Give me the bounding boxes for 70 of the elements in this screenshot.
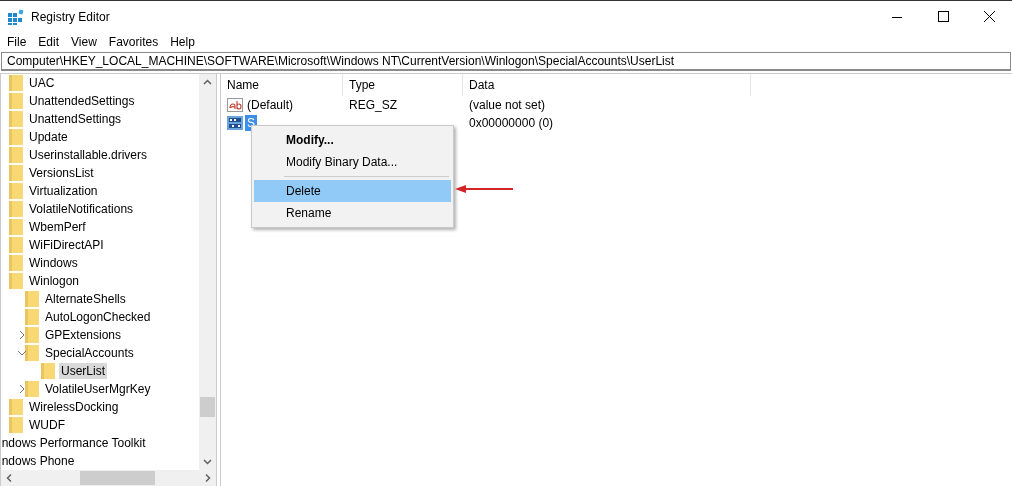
folder-icon [9,93,23,109]
chevron-icon[interactable] [18,385,26,393]
value-data: 0x00000000 (0) [468,116,555,130]
folder-icon [25,327,39,343]
folder-icon [9,75,23,91]
window-title: Registry Editor [31,9,110,24]
folder-icon [9,147,23,163]
tree-item[interactable]: UnattendedSettings [27,93,137,109]
tree-item[interactable]: UserList [59,363,107,379]
folder-icon [41,363,55,379]
folder-icon [25,345,39,361]
folder-icon [9,183,23,199]
folder-icon [9,255,23,271]
folder-icon [9,165,23,181]
menu-item[interactable]: Rename [254,202,451,224]
folder-icon [25,291,39,307]
tree-item[interactable]: WiFiDirectAPI [27,237,106,253]
tree-item[interactable]: VolatileNotifications [27,201,136,217]
tree-item[interactable]: Userinstallable.drivers [27,147,150,163]
arrow-icon [455,185,515,193]
tree-item[interactable]: AutoLogonChecked [43,309,153,325]
tree-item[interactable]: VolatileUserMgrKey [43,381,153,397]
chevron-icon[interactable] [18,331,26,339]
tree-item[interactable]: WUDF [27,417,67,433]
folder-icon [9,219,23,235]
tree-item[interactable]: VersionsList [27,165,96,181]
tree-item[interactable]: UnattendSettings [27,111,124,127]
menu-item[interactable]: Help [164,35,201,49]
folder-icon [9,111,23,127]
tree-item[interactable]: Update [27,129,70,145]
tree-item[interactable]: WbemPerf [27,219,88,235]
column-header[interactable]: Name [221,74,343,96]
horizontal-scrollbar[interactable] [1,470,216,486]
menu-item[interactable]: File [1,35,33,49]
string-value-icon [227,98,243,112]
menu-item[interactable]: Favorites [102,35,165,49]
column-header[interactable]: Data [463,74,751,96]
folder-icon [25,309,39,325]
tree-item[interactable]: Virtualization [27,183,100,199]
value-name[interactable]: (Default) [245,97,295,113]
tree-item[interactable]: SpecialAccounts [43,345,136,361]
menu-item[interactable]: Modify Binary Data... [254,151,451,173]
value-data: (value not set) [468,98,547,112]
menu-item[interactable]: Modify... [254,129,451,151]
address-bar[interactable]: Computer\HKEY_LOCAL_MACHINE\SOFTWARE\Microsoft\Windows NT\CurrentVersion\Winlogon\SpecialAccounts\UserList [1,52,1011,71]
tree-item[interactable]: Winlogon [27,273,82,289]
folder-icon [9,129,23,145]
tree-item[interactable]: Windows [27,255,80,271]
tree-item[interactable]: AlternateShells [43,291,128,307]
value-type: REG_SZ [348,98,398,112]
menu-item[interactable]: Edit [32,35,66,49]
menu-item[interactable]: View [65,35,103,49]
scroll-thumb[interactable] [200,397,215,417]
folder-icon [9,201,23,217]
scroll-thumb[interactable] [80,471,155,485]
tree-item[interactable]: WirelessDocking [27,399,121,415]
tree-item[interactable]: UAC [27,75,57,91]
folder-icon [9,273,23,289]
binary-value-icon [227,116,243,130]
registry-icon [8,8,24,25]
menu-item[interactable]: Delete [254,180,451,202]
close-icon [983,11,995,22]
folder-icon [9,237,23,253]
tree-item[interactable]: GPExtensions [43,327,124,343]
folder-icon [9,417,23,433]
folder-icon [25,381,39,397]
column-header[interactable]: Type [343,74,463,96]
vertical-scrollbar[interactable] [199,74,216,470]
folder-icon [9,399,23,415]
maximize-icon [937,11,949,22]
